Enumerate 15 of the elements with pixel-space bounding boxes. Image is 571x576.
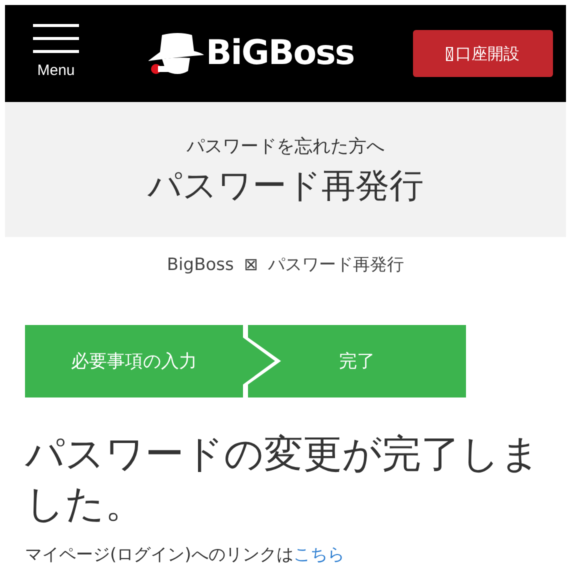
open-account-button[interactable]: 口座開設 [412,30,553,77]
banner-subtitle: パスワードを忘れた方へ [186,134,384,159]
missing-glyph-icon [446,46,454,60]
breadcrumb-item: パスワード再発行 [268,254,404,277]
menu-icon [33,24,79,54]
hat-logo-icon [148,30,204,76]
login-link[interactable]: こちら [293,544,344,565]
breadcrumb-separator: ⊠ [244,254,258,277]
breadcrumb-item[interactable]: BigBoss [166,253,234,278]
page-title: パスワード再発行 [148,166,424,206]
login-link-text: マイページ(ログイン)へのリンクは こちら [25,544,346,567]
progress-step: 完了 [248,324,466,398]
completion-heading: パスワードの変更が完了しました。 [25,430,541,530]
logo-text: BiGBoss [206,32,354,75]
menu-button[interactable]: Menu [33,24,79,83]
